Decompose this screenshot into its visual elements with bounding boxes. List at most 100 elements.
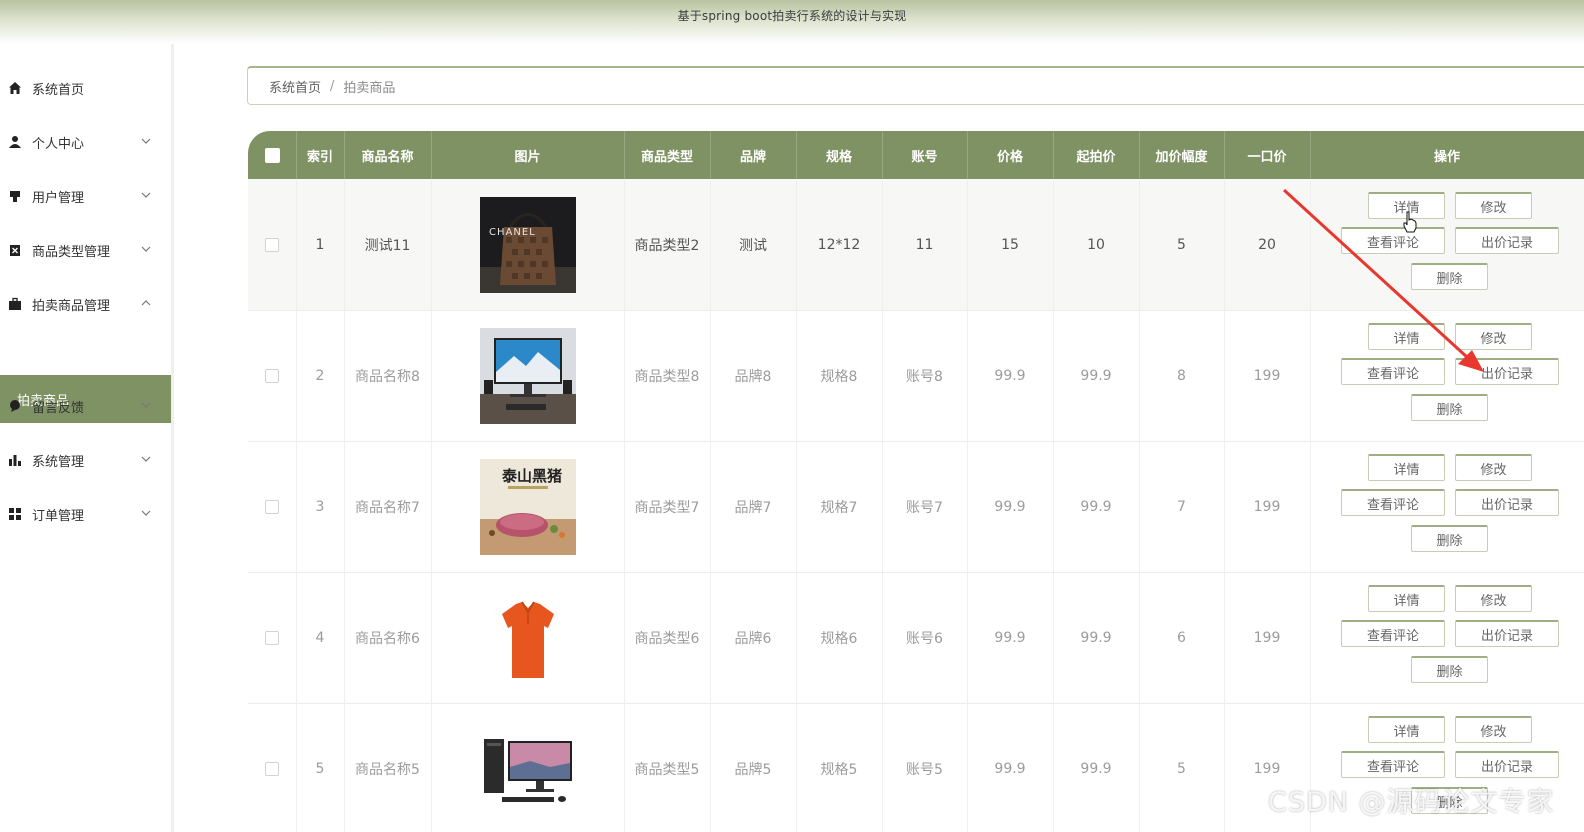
cell-type: 商品类型7 xyxy=(624,441,711,572)
row-checkbox[interactable] xyxy=(265,237,279,252)
edit-button[interactable]: 修改 xyxy=(1455,716,1532,743)
detail-button[interactable]: 详情 xyxy=(1368,585,1445,612)
sidebar-item-label: 订单管理 xyxy=(32,508,85,524)
bid-records-button[interactable]: 出价记录 xyxy=(1455,227,1559,254)
desktop-pc-image[interactable] xyxy=(479,720,576,817)
sidebar-item-feedback[interactable]: 留言反馈 xyxy=(0,386,171,426)
cell-image: CHANEL xyxy=(431,179,625,310)
chevron-down-icon xyxy=(139,188,153,202)
row-checkbox[interactable] xyxy=(265,761,279,776)
column-header: 加价幅度 xyxy=(1139,131,1225,179)
sidebar-item-label: 个人中心 xyxy=(32,136,85,152)
detail-button[interactable]: 详情 xyxy=(1368,716,1445,743)
delete-button[interactable]: 删除 xyxy=(1411,656,1488,683)
view-reviews-button[interactable]: 查看评论 xyxy=(1341,751,1445,778)
cell-step: 5 xyxy=(1139,179,1225,310)
message-icon xyxy=(7,398,23,414)
cell-start-price: 99.9 xyxy=(1053,441,1140,572)
cell-step: 5 xyxy=(1139,703,1225,832)
cell-brand: 品牌8 xyxy=(710,310,797,441)
app-title: 基于spring boot拍卖行系统的设计与实现 xyxy=(677,9,907,23)
category-icon xyxy=(7,242,23,258)
bid-records-button[interactable]: 出价记录 xyxy=(1455,489,1559,516)
cell-price: 99.9 xyxy=(967,703,1054,832)
row-actions: 详情 修改 查看评论 出价记录 删除 xyxy=(1310,441,1584,572)
row-checkbox[interactable] xyxy=(265,368,279,383)
table-row: 2 商品名称8 商品类型8 品牌8 规格8 账号8 99.9 99.9 8 19… xyxy=(248,310,1584,442)
cell-buyout: 199 xyxy=(1224,310,1311,441)
handbag-image[interactable]: CHANEL xyxy=(479,196,576,293)
cell-price: 99.9 xyxy=(967,572,1054,703)
view-reviews-button[interactable]: 查看评论 xyxy=(1341,227,1445,254)
edit-button[interactable]: 修改 xyxy=(1455,454,1532,481)
cell-step: 8 xyxy=(1139,310,1225,441)
cell-spec: 12*12 xyxy=(796,179,883,310)
view-reviews-button[interactable]: 查看评论 xyxy=(1341,489,1445,516)
sidebar-item-personal-center[interactable]: 个人中心 xyxy=(0,122,171,162)
sidebar-item-order-management[interactable]: 订单管理 xyxy=(0,494,171,534)
sidebar-item-home[interactable]: 系统首页 xyxy=(0,68,171,108)
column-header: 图片 xyxy=(431,131,625,179)
cell-spec: 规格5 xyxy=(796,703,883,832)
sidebar-item-category-management[interactable]: 商品类型管理 xyxy=(0,230,171,270)
edit-button[interactable]: 修改 xyxy=(1455,192,1532,219)
cell-spec: 规格7 xyxy=(796,441,883,572)
bid-records-button[interactable]: 出价记录 xyxy=(1455,620,1559,647)
monitor-image[interactable] xyxy=(479,327,576,424)
view-reviews-button[interactable]: 查看评论 xyxy=(1341,620,1445,647)
handbag-brand-text: CHANEL xyxy=(489,227,536,238)
detail-button[interactable]: 详情 xyxy=(1368,454,1445,481)
column-header: 操作 xyxy=(1433,149,1460,165)
sidebar-item-user-management[interactable]: 用户管理 xyxy=(0,176,171,216)
chevron-down-icon xyxy=(139,398,153,412)
cell-step: 6 xyxy=(1139,572,1225,703)
cell-name: 商品名称7 xyxy=(344,441,432,572)
cell-brand: 品牌6 xyxy=(710,572,797,703)
table-row: 1 测试11 CHANEL 商品类型2 测试 12*12 11 15 10 5 … xyxy=(248,179,1584,311)
delete-button[interactable]: 删除 xyxy=(1411,525,1488,552)
row-actions: 详情 修改 查看评论 出价记录 删除 xyxy=(1310,310,1584,441)
delete-button[interactable]: 删除 xyxy=(1411,263,1488,290)
edit-button[interactable]: 修改 xyxy=(1455,585,1532,612)
column-header: 起拍价 xyxy=(1053,131,1140,179)
bid-records-button[interactable]: 出价记录 xyxy=(1455,751,1559,778)
column-header: 账号 xyxy=(882,131,968,179)
chart-icon xyxy=(7,452,23,468)
user-manage-icon xyxy=(7,188,23,204)
breadcrumb-current: 拍卖商品 xyxy=(343,80,396,96)
row-checkbox[interactable] xyxy=(265,630,279,645)
delete-button[interactable]: 删除 xyxy=(1411,394,1488,421)
polo-shirt-image[interactable] xyxy=(479,589,576,686)
detail-button[interactable]: 详情 xyxy=(1368,323,1445,350)
cell-name: 商品名称5 xyxy=(344,703,432,832)
breadcrumb-home-link[interactable]: 系统首页 xyxy=(269,77,321,96)
cell-start-price: 99.9 xyxy=(1053,572,1140,703)
row-select-cell xyxy=(248,310,297,441)
table-header: 索引 商品名称 图片 商品类型 品牌 规格 账号 价格 起拍价 加价幅度 一口价… xyxy=(248,131,1584,179)
header-select-all xyxy=(248,131,297,179)
select-all-checkbox[interactable] xyxy=(264,147,280,163)
sidebar-item-label: 留言反馈 xyxy=(32,400,85,416)
top-header: 基于spring boot拍卖行系统的设计与实现 xyxy=(0,0,1584,44)
column-header: 商品名称 xyxy=(344,131,432,179)
cell-image xyxy=(431,572,625,703)
cell-index: 4 xyxy=(296,572,345,703)
row-checkbox[interactable] xyxy=(265,499,279,514)
view-reviews-button[interactable]: 查看评论 xyxy=(1341,358,1445,385)
user-icon xyxy=(7,134,23,150)
cell-step: 7 xyxy=(1139,441,1225,572)
sidebar-item-label: 商品类型管理 xyxy=(32,244,111,260)
bid-records-button[interactable]: 出价记录 xyxy=(1455,358,1559,385)
cell-brand: 品牌7 xyxy=(710,441,797,572)
edit-button[interactable]: 修改 xyxy=(1455,323,1532,350)
pork-title-text: 泰山黑猪 xyxy=(501,467,562,485)
pork-image[interactable]: 泰山黑猪 xyxy=(479,458,576,555)
cell-type: 商品类型6 xyxy=(624,572,711,703)
cell-name: 测试11 xyxy=(344,179,432,310)
sidebar-item-auction-management[interactable]: 拍卖商品管理 xyxy=(0,284,171,324)
goods-table: 索引 商品名称 图片 商品类型 品牌 规格 账号 价格 起拍价 加价幅度 一口价… xyxy=(248,131,1584,832)
row-actions: 详情 修改 查看评论 出价记录 删除 xyxy=(1310,179,1584,310)
sidebar-item-system-management[interactable]: 系统管理 xyxy=(0,440,171,480)
cell-index: 1 xyxy=(296,179,345,310)
cell-type: 商品类型2 xyxy=(624,179,711,310)
